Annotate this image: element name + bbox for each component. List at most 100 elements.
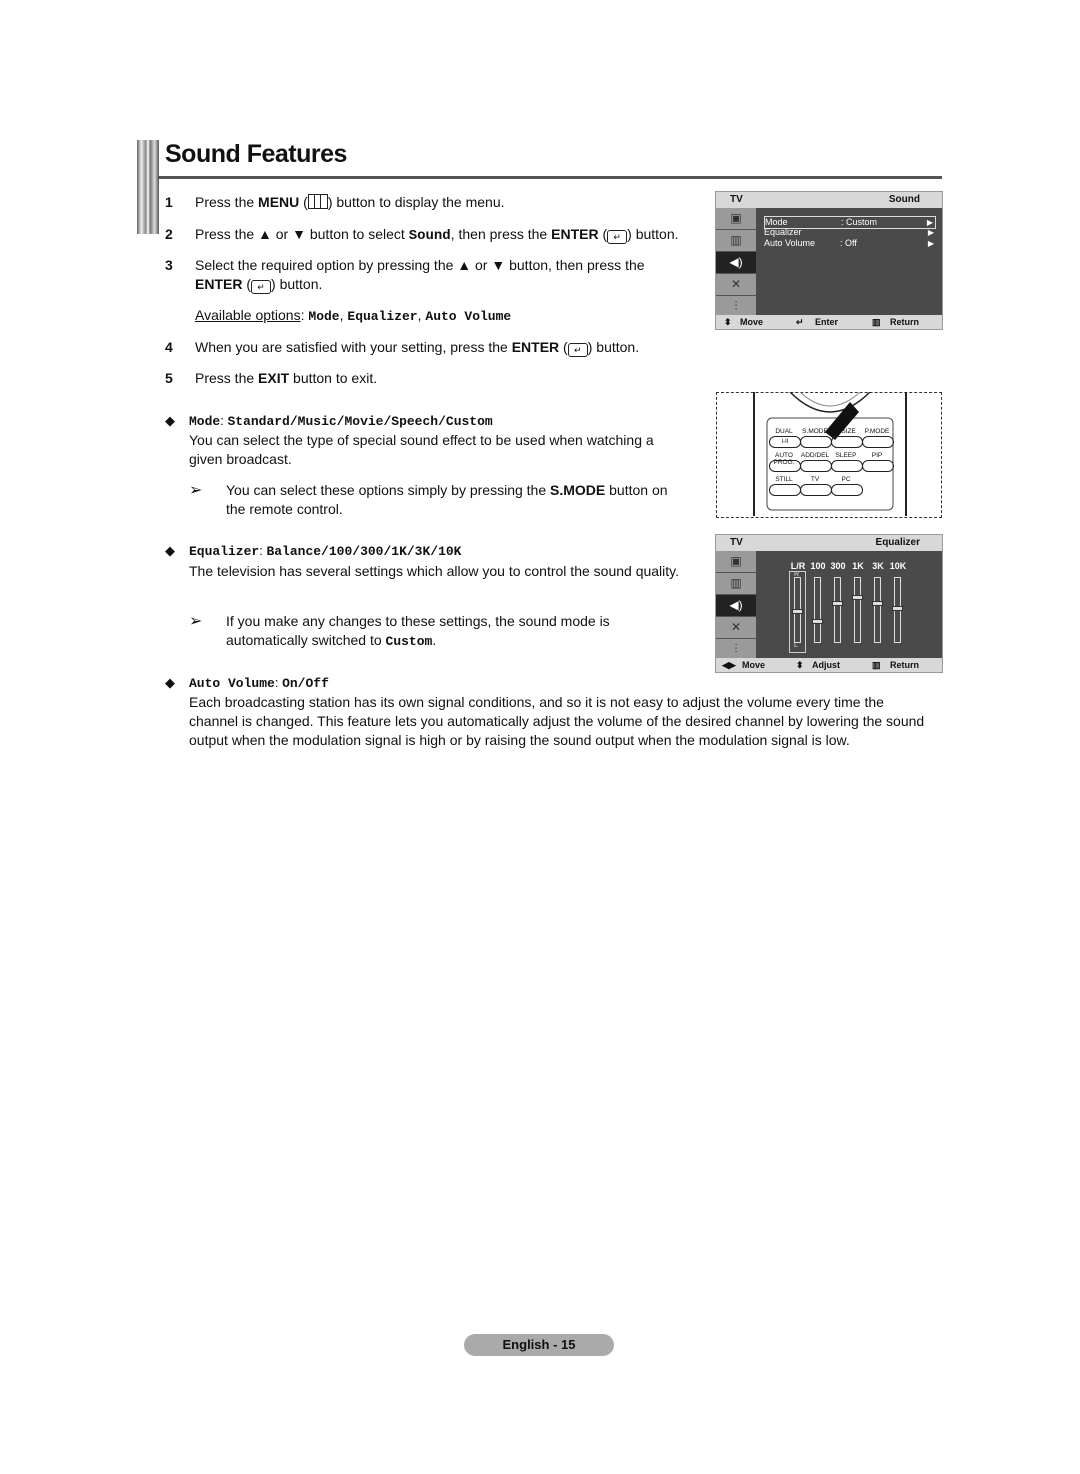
step-text: , then press the [450,226,552,242]
menu-label: MENU [258,194,300,210]
step-text: ) button to display the menu. [327,194,505,210]
remote-button-auto-prog[interactable] [769,460,801,472]
step-text: ( [299,194,308,210]
remote-button-sleep[interactable] [831,460,863,472]
remote-button-p-size[interactable] [831,436,863,448]
osd-header: TV Equalizer [716,535,942,551]
osd-row-auto-volume[interactable]: Auto Volume : Off ▶ [764,238,936,249]
remote-button-pc[interactable] [831,484,863,496]
eq-slider-knob[interactable] [812,618,823,624]
leftright-icon: ◀▶ [722,660,736,670]
remote-button-label: PC [841,476,851,483]
section-values: Standard/Music/Movie/Speech/Custom [227,414,493,429]
osd-sidebar: ▣ ▥ ◀) ✕ ⫶ [716,551,756,661]
remote-button-pip[interactable] [862,460,894,472]
remote-button-s-mode[interactable] [800,436,832,448]
diamond-icon: ◆ [165,675,175,690]
step-text: Press the ▲ or ▼ button to select [195,226,409,242]
available-options-label: Available options [195,307,301,323]
picture-icon: ▣ [716,208,756,230]
footer-return: Return [890,317,919,327]
osd-source: TV [730,537,743,548]
step-number: 2 [165,226,173,242]
step-number: 4 [165,339,173,355]
eq-band-label: 10K [889,561,907,571]
eq-slider-track[interactable] [874,577,881,643]
remote-button-add-del[interactable] [800,460,832,472]
section-name: Mode [189,414,221,429]
eq-slider-knob[interactable] [872,601,883,607]
eq-band-label: L/R [790,561,806,571]
eq-slider-knob[interactable] [852,594,863,600]
eq-slider-track[interactable] [834,577,841,643]
step-text: ) button. [627,226,679,242]
picture-icon: ▣ [716,551,756,573]
enter-label: ENTER [551,226,599,242]
updown-icon: ⬍ [796,660,804,670]
option-mode: Mode [308,309,340,324]
osd-sound-menu: TV Sound ▣ ▥ ◀) ✕ ⫶ Mode : Custom ▶ Equa… [715,191,943,330]
osd-title: Equalizer [875,537,920,548]
channel-icon: ✕ [716,274,756,296]
step-text: When you are satisfied with your setting… [195,339,512,355]
page-number-badge: English - 15 [464,1334,614,1356]
step-number: 3 [165,257,173,273]
title-decoration-bar [137,140,159,234]
section-mode-heading: Mode: Standard/Music/Movie/Speech/Custom [189,413,493,429]
step-text: ) button. [587,339,640,355]
remote-control: DUAL I-II S.MODE P.SIZE P.MODE AUTO PROG. ADD/… [753,392,907,516]
eq-band-label: 1K [852,561,864,571]
section-equalizer-note: If you make any changes to these setting… [226,612,666,651]
row-label: Auto Volume [764,238,816,248]
step-text: Press the [195,370,259,386]
remote-button-p-mode[interactable] [862,436,894,448]
step-text: Press the [195,194,259,210]
osd-row-equalizer[interactable]: Equalizer ▶ [764,227,936,238]
code-sound: Sound [408,228,451,244]
diamond-icon: ◆ [165,543,175,558]
footer-adjust: Adjust [812,660,840,670]
osd-title: Sound [888,194,920,205]
eq-slider-track[interactable] [814,577,821,643]
row-value: : Off [840,238,857,248]
remote-button-still[interactable] [769,484,801,496]
enter-icon: ↵ [796,317,804,327]
note-text: . [432,632,437,648]
footer-move: Move [742,660,766,670]
option-auto-volume: Auto Volume [425,309,512,324]
smode-label: S.MODE [550,482,606,498]
remote-button-label: PIP [871,452,883,459]
note-text: You can select these options simply by p… [226,482,551,498]
step-text: Select the required option by pressing t… [195,257,645,273]
menu-icon: ▥ [872,317,881,327]
enter-label: ENTER [511,339,560,355]
remote-button-tv[interactable] [800,484,832,496]
remote-button-dual[interactable]: I-II [769,436,801,448]
eq-slider-knob[interactable] [892,605,903,611]
section-mode-body: You can select the type of special sound… [189,432,654,467]
eq-band-label: 300 [830,561,846,571]
section-name: Equalizer [189,544,260,559]
setup-icon: ▥ [716,573,756,595]
osd-footer: ⬍ Move ↵ Enter ▥ Return [716,315,942,329]
section-equalizer-heading: Equalizer: Balance/100/300/1K/3K/10K [189,543,462,559]
footer-move: Move [740,317,764,327]
menu-icon [307,194,328,209]
diamond-icon: ◆ [165,413,175,428]
balance-frame [789,571,806,653]
equalizer-bands: L/R R L 100 300 1K 3K 10K [788,561,938,653]
enter-icon: ↵ [251,280,272,294]
remote-button-label: P.MODE [864,428,890,435]
row-label: Mode [765,217,788,227]
option-equalizer: Equalizer [347,309,418,324]
step-number: 5 [165,370,173,386]
enter-icon: ↵ [607,230,628,244]
osd-source: TV [730,194,743,205]
eq-slider-track[interactable] [854,577,861,643]
footer-enter: Enter [815,317,839,327]
eq-slider-knob[interactable] [832,601,843,607]
section-auto-volume-heading: Auto Volume: On/Off [189,675,329,691]
footer-return: Return [890,660,919,670]
eq-band-label: 100 [810,561,826,571]
enter-label: ENTER [195,276,243,292]
